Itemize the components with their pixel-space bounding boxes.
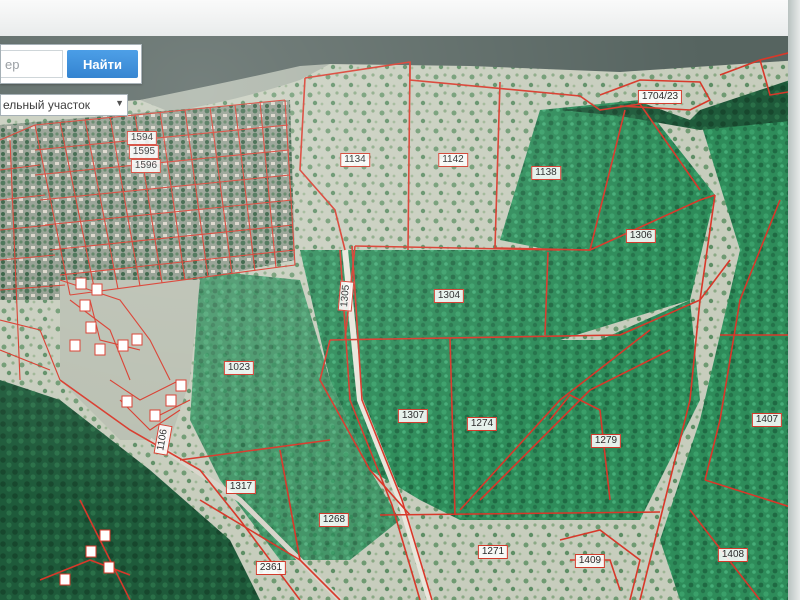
parcel-label-1305[interactable]: 1305: [337, 280, 355, 312]
parcel-label-1594[interactable]: 1594: [126, 131, 158, 145]
parcel-label-1407[interactable]: 1407: [751, 413, 783, 427]
parcel-label-1271[interactable]: 1271: [477, 545, 509, 559]
parcel-label-1023[interactable]: 1023: [223, 361, 255, 375]
parcel-label-1409[interactable]: 1409: [574, 554, 606, 568]
parcel-label-1142[interactable]: 1142: [438, 153, 468, 167]
parcel-label-1268[interactable]: 1268: [318, 513, 350, 527]
search-panel: Найти: [0, 44, 142, 84]
map-screen: 1594 1595 1596 1134 1142 1138 1704/23 13…: [0, 0, 800, 600]
parcel-label-1317[interactable]: 1317: [225, 480, 257, 494]
parcel-label-1274[interactable]: 1274: [466, 417, 498, 431]
parcel-label-1595[interactable]: 1595: [128, 145, 160, 159]
monitor-bezel-top: [0, 0, 800, 36]
parcel-label-2361[interactable]: 2361: [255, 561, 287, 575]
parcel-label-1596[interactable]: 1596: [130, 159, 162, 173]
parcel-label-1307[interactable]: 1307: [397, 409, 429, 423]
monitor-bezel-right: [788, 0, 800, 600]
parcel-label-1704-23[interactable]: 1704/23: [637, 90, 683, 104]
search-button[interactable]: Найти: [67, 50, 138, 78]
search-input[interactable]: [1, 50, 63, 78]
object-type-selected: ельный участок: [3, 98, 91, 112]
parcel-label-1304[interactable]: 1304: [433, 289, 465, 303]
object-type-select[interactable]: ельный участок ▼: [0, 94, 128, 116]
chevron-down-icon: ▼: [115, 98, 124, 108]
parcel-label-1306[interactable]: 1306: [625, 229, 657, 243]
parcel-label-1138[interactable]: 1138: [531, 166, 561, 180]
parcel-label-1408[interactable]: 1408: [717, 548, 749, 562]
parcel-label-1134[interactable]: 1134: [340, 153, 370, 167]
parcel-label-1279[interactable]: 1279: [590, 434, 622, 448]
